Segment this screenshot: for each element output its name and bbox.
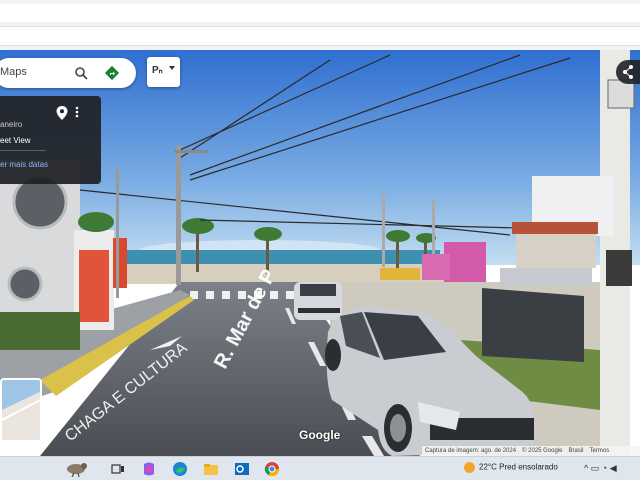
hedge xyxy=(0,312,80,350)
country-link[interactable]: Brasil xyxy=(569,448,584,454)
street-view-label: eet View xyxy=(0,136,31,145)
kiosk xyxy=(516,234,596,268)
imagery-footer: Captura de imagem: ago. de 2024 © 2025 G… xyxy=(422,446,640,456)
chrome-icon[interactable] xyxy=(264,461,280,477)
kiosk-roof xyxy=(512,222,598,234)
see-more-dates-link[interactable]: er mais datas xyxy=(0,160,48,169)
sun-icon xyxy=(464,462,475,473)
copyright: © 2025 Google xyxy=(522,448,563,454)
terms-link[interactable]: Termos xyxy=(590,448,610,454)
copilot-icon[interactable] xyxy=(141,461,157,477)
location-name: aneiro xyxy=(0,120,23,129)
browser-chrome xyxy=(0,0,640,50)
edge-icon[interactable] xyxy=(172,461,188,477)
weather-temp: 22°C xyxy=(479,462,497,472)
battery-icon: ▭ xyxy=(590,463,600,473)
outlook-icon[interactable] xyxy=(234,461,250,477)
orange-sign xyxy=(79,250,109,322)
utility-pole-3 xyxy=(382,195,385,267)
share-icon xyxy=(623,65,633,79)
round-window-2 xyxy=(7,266,43,302)
volume-icon: ◀ xyxy=(609,463,617,473)
pegman-icon: Pₙ xyxy=(152,65,163,76)
pink-kiosk xyxy=(444,242,486,282)
location-pin-icon[interactable] xyxy=(56,106,68,120)
weather-desc: Pred ensolarado xyxy=(499,462,558,472)
more-vert-icon[interactable] xyxy=(75,106,79,118)
mini-map[interactable] xyxy=(0,378,42,442)
utility-pole xyxy=(176,145,181,285)
task-view-icon[interactable] xyxy=(110,461,126,477)
beach-chairs xyxy=(380,268,420,280)
directions-icon[interactable] xyxy=(104,65,120,81)
wifi-icon: ◔ xyxy=(601,463,608,473)
maps-search-box[interactable]: Maps xyxy=(0,58,136,88)
white-car xyxy=(294,282,342,320)
share-button[interactable] xyxy=(616,60,640,84)
google-logo: Google xyxy=(299,428,341,442)
system-tray[interactable]: ^ ▭ ◔ ◀ xyxy=(584,463,617,474)
chevron-down-icon xyxy=(169,66,175,70)
utility-pole-2 xyxy=(116,168,119,298)
screen: R. Mar de P CHAGA E CULTURA Maps Pₙ anei… xyxy=(0,0,640,480)
sea xyxy=(120,250,440,266)
map-icon xyxy=(2,380,40,440)
tarp xyxy=(500,268,592,286)
orange-sign-2 xyxy=(113,238,127,288)
street-view-info-panel: aneiro eet View er mais datas xyxy=(0,96,101,184)
widgets-icon[interactable] xyxy=(60,461,94,477)
street-light xyxy=(607,79,635,109)
address-bar[interactable] xyxy=(0,26,640,46)
windows-taskbar: 22°C Pred ensolarado ^ ▭ ◔ ◀ xyxy=(0,456,640,480)
dumpster xyxy=(482,288,584,362)
search-text: Maps xyxy=(0,66,27,78)
chevron-up-icon[interactable]: ^ xyxy=(584,463,588,473)
pole-equipment xyxy=(606,250,632,286)
file-explorer-icon[interactable] xyxy=(203,461,219,477)
divider xyxy=(0,150,46,151)
search-icon[interactable] xyxy=(74,66,88,80)
weather-widget[interactable]: 22°C Pred ensolarado xyxy=(464,462,558,473)
capture-date: Captura de imagem: ago. de 2024 xyxy=(425,448,517,454)
tab-strip[interactable] xyxy=(0,4,640,22)
pegman-button[interactable]: Pₙ xyxy=(147,57,180,87)
